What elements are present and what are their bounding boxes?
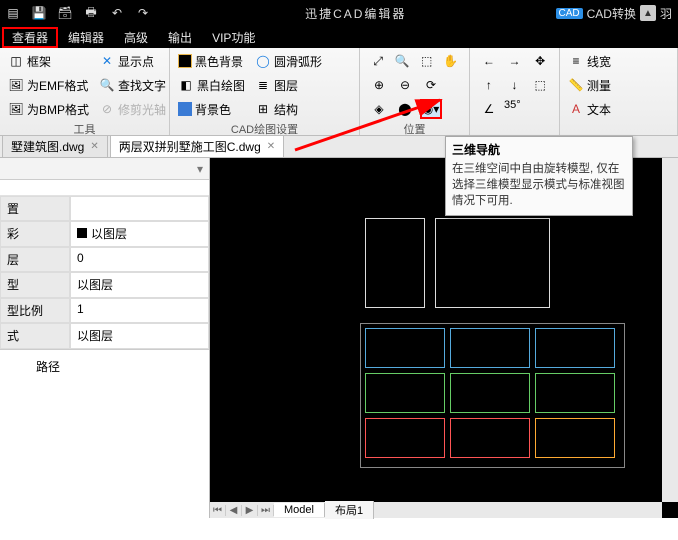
menu-advanced[interactable]: 高级 [114, 27, 158, 48]
text-item[interactable]: A文本 [568, 99, 611, 119]
vertical-scrollbar[interactable] [662, 158, 678, 502]
prop-key: 型比例 [0, 298, 70, 323]
linewidth-item[interactable]: ≡线宽 [568, 51, 611, 71]
tooltip-title: 三维导航 [450, 139, 628, 161]
pan2-icon[interactable]: ✥ [529, 51, 551, 71]
orbit-icon[interactable]: ⬤ [394, 99, 416, 119]
cad-badge: CAD [556, 8, 583, 19]
properties-table: 置 彩以图层 层0 型以图层 型比例1 式以图层 [0, 196, 209, 349]
zoom-window-icon[interactable]: ⬚ [417, 51, 437, 71]
emf-icon: 🖼 [8, 77, 24, 93]
ruler-icon: 📏 [568, 77, 584, 93]
black-bg-icon [178, 54, 192, 68]
angle-icon[interactable]: ∠ [478, 99, 500, 119]
properties-panel: ▾ 置 彩以图层 层0 型以图层 型比例1 式以图层 路径 [0, 158, 210, 518]
redo-icon[interactable]: ↷ [130, 0, 156, 26]
view3d-icon[interactable]: ◈ [368, 99, 390, 119]
user-icon[interactable]: ▲ [640, 5, 656, 21]
tooltip-body: 在三维空间中自由旋转模型, 仅在选择三维模型显示模式与标准视图情况下可用. [450, 161, 628, 209]
menu-bar: 查看器 编辑器 高级 输出 VIP功能 [0, 26, 678, 48]
prop-val[interactable]: 0 [70, 247, 209, 272]
prop-key: 式 [0, 323, 70, 348]
angle-value: 35° [504, 99, 521, 119]
structure-icon: ⊞ [255, 101, 271, 117]
zoom-y-icon[interactable]: ⊖ [394, 75, 416, 95]
bw-draw-item[interactable]: ◧黑白绘图 [178, 75, 245, 95]
tooltip-3d-nav: 三维导航 在三维空间中自由旋转模型, 仅在选择三维模型显示模式与标准视图情况下可… [445, 136, 633, 216]
bmp-icon: 🖼 [8, 101, 24, 117]
save-icon[interactable]: 💾 [26, 0, 52, 26]
app-title: 迅捷CAD编辑器 [156, 5, 556, 22]
panel-dropdown[interactable]: ▾ [0, 158, 209, 180]
prop-val[interactable]: 1 [70, 298, 209, 323]
arrow-up-icon[interactable]: ↑ [478, 75, 500, 95]
bw-icon: ◧ [178, 77, 194, 93]
prop-key: 层 [0, 247, 70, 272]
menu-viewer[interactable]: 查看器 [2, 27, 58, 48]
prop-val[interactable]: 以图层 [70, 221, 209, 246]
show-points-item[interactable]: ✕显示点 [99, 51, 166, 71]
prop-key: 彩 [0, 221, 70, 246]
zoom-in-icon[interactable]: 🔍 [392, 51, 412, 71]
emf-item[interactable]: 🖼为EMF格式 [8, 75, 89, 95]
arrow-left-icon[interactable]: ← [478, 51, 500, 71]
cube-icon[interactable]: ⬚ [529, 75, 551, 95]
prop-val[interactable] [70, 196, 209, 221]
arrow-down-icon[interactable]: ↓ [504, 75, 526, 95]
smooth-arc-item[interactable]: ◯圆滑弧形 [255, 51, 322, 71]
print-icon[interactable]: 🖶 [78, 0, 104, 26]
group-cad-label: CAD绘图设置 [178, 119, 351, 140]
black-bg-item[interactable]: 黑色背景 [178, 51, 245, 71]
prop-val[interactable]: 以图层 [70, 272, 209, 297]
save-all-icon[interactable]: 🗃 [52, 0, 78, 26]
user-name: 羽 [660, 5, 672, 22]
bg-color-icon [178, 102, 192, 116]
trim-icon: ⊘ [99, 101, 115, 117]
cad-convert-link[interactable]: CAD转换 [587, 5, 636, 22]
menu-output[interactable]: 输出 [158, 27, 202, 48]
prop-val[interactable]: 以图层 [70, 323, 209, 348]
sheet-model[interactable]: Model [274, 503, 325, 517]
measure-item[interactable]: 📏测量 [568, 75, 611, 95]
group-tools-label: 工具 [8, 119, 161, 140]
frame-icon: ◫ [8, 53, 24, 69]
rotate-icon[interactable]: ⟳ [420, 75, 442, 95]
trim-aura-item: ⊘修剪光轴 [99, 99, 166, 119]
prop-key: 型 [0, 272, 70, 297]
title-bar: ▤ 💾 🗃 🖶 ↶ ↷ 迅捷CAD编辑器 CAD CAD转换 ▲ 羽 [0, 0, 678, 26]
bg-color-item[interactable]: 背景色 [178, 99, 245, 119]
prop-key: 置 [0, 196, 70, 221]
menu-vip[interactable]: VIP功能 [202, 27, 265, 48]
close-icon[interactable]: ✕ [267, 141, 275, 152]
linewidth-icon: ≡ [568, 53, 584, 69]
zoom-fit-icon[interactable]: ⤢ [368, 51, 388, 71]
structure-item[interactable]: ⊞结构 [255, 99, 322, 119]
horizontal-scrollbar[interactable]: ⏮◀▶⏭ Model 布局1 [210, 502, 662, 518]
text-icon: A [568, 101, 584, 117]
sheet-nav[interactable]: ⏮◀▶⏭ [210, 505, 274, 516]
bmp-item[interactable]: 🖼为BMP格式 [8, 99, 89, 119]
layers-item[interactable]: ≣图层 [255, 75, 322, 95]
search-icon: 🔍 [99, 77, 115, 93]
path-label: 路径 [36, 358, 60, 375]
new-file-icon[interactable]: ▤ [0, 0, 26, 26]
find-text-item[interactable]: 🔍查找文字 [99, 75, 166, 95]
menu-editor[interactable]: 编辑器 [58, 27, 114, 48]
zoom-x-icon[interactable]: ⊕ [368, 75, 390, 95]
layers-icon: ≣ [255, 77, 271, 93]
undo-icon[interactable]: ↶ [104, 0, 130, 26]
ribbon: ◫框架 🖼为EMF格式 🖼为BMP格式 ✕显示点 🔍查找文字 ⊘修剪光轴 工具 … [0, 48, 678, 136]
sheet-layout1[interactable]: 布局1 [325, 501, 374, 519]
arrow-right-icon[interactable]: → [504, 51, 526, 71]
frame-item[interactable]: ◫框架 [8, 51, 89, 71]
dot-icon: ✕ [99, 53, 115, 69]
pan-icon[interactable]: ✋ [441, 51, 461, 71]
close-icon[interactable]: ✕ [90, 141, 98, 152]
nav3d-icon[interactable]: ◉▾ [420, 99, 442, 119]
arc-icon: ◯ [255, 53, 271, 69]
